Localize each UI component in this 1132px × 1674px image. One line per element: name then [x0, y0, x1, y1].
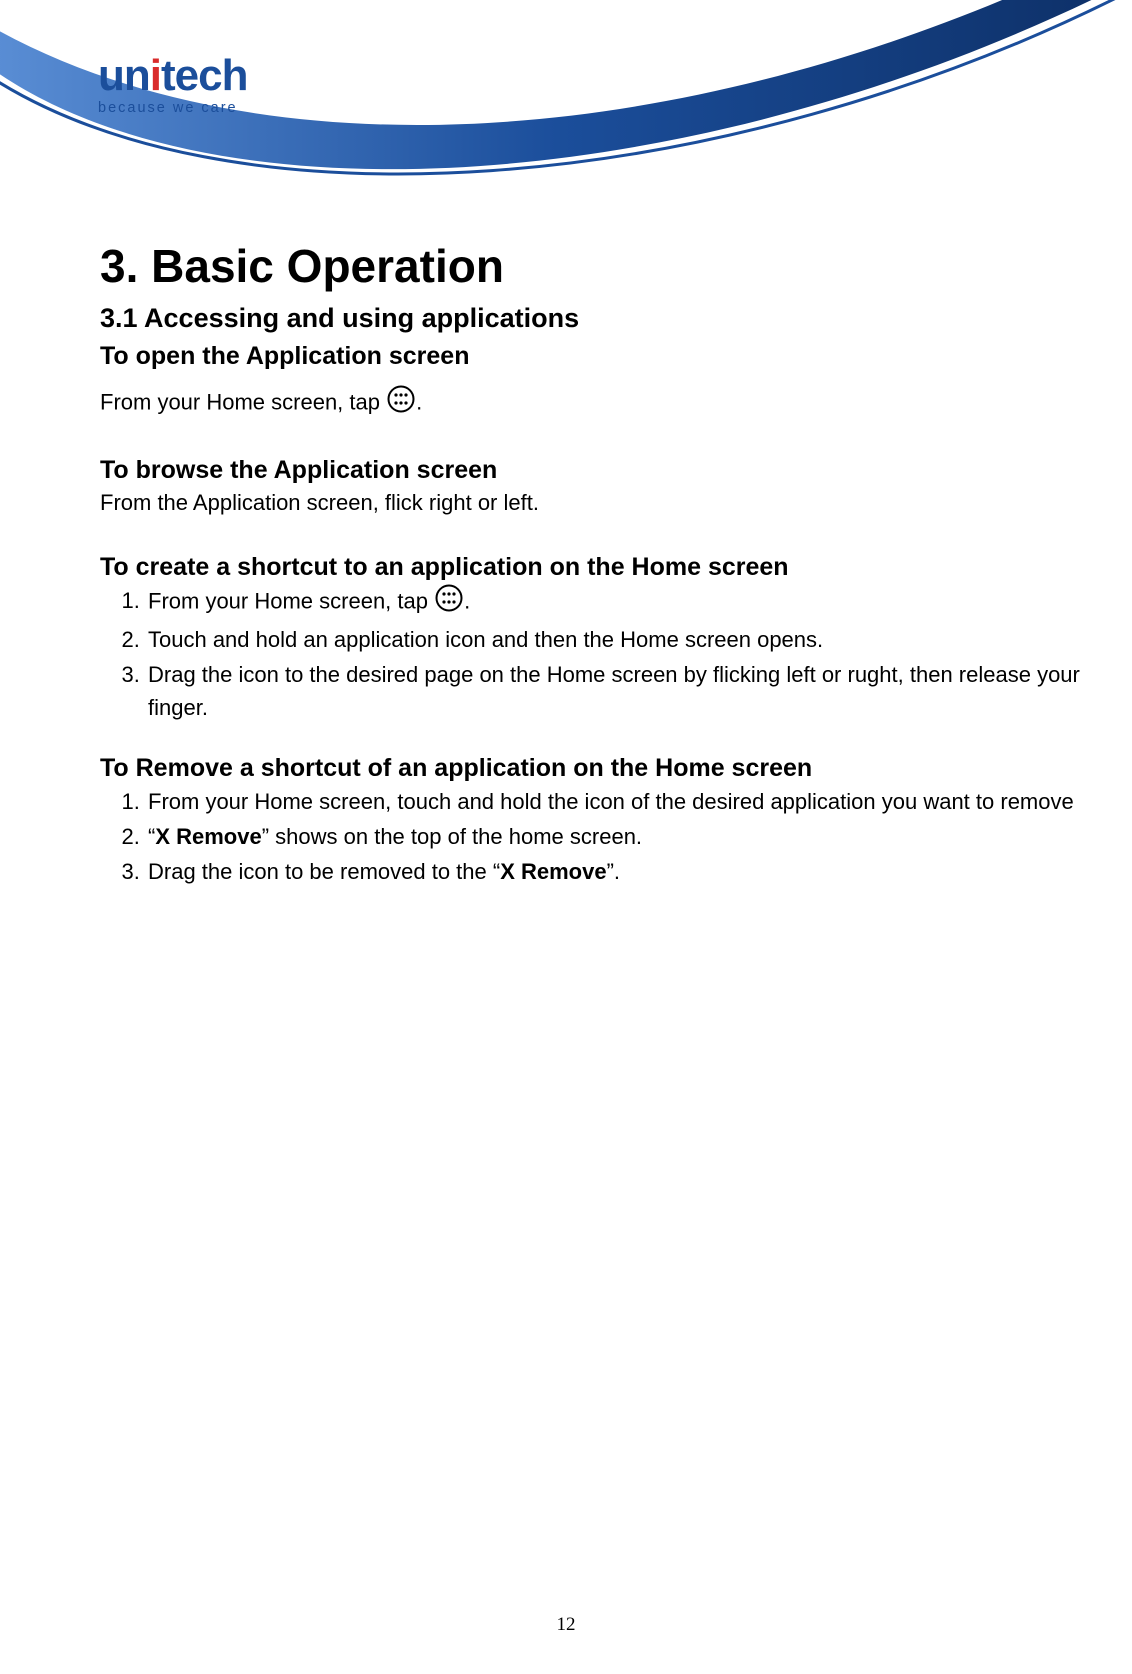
section-heading: 3.1 Accessing and using applications	[100, 303, 1100, 334]
open-app-text: From your Home screen, tap .	[100, 385, 1100, 422]
text-fragment: .	[464, 588, 470, 613]
brand-logo: unitech because we care	[98, 54, 247, 116]
apps-grid-icon	[387, 385, 415, 422]
list-item: Touch and hold an application icon and t…	[146, 623, 1100, 656]
brand-name: unitech	[98, 54, 247, 98]
page-content: 3. Basic Operation 3.1 Accessing and usi…	[100, 240, 1100, 890]
list-item: Drag the icon to the desired page on the…	[146, 658, 1100, 724]
remove-shortcut-steps: From your Home screen, touch and hold th…	[100, 785, 1100, 888]
subhead-create-shortcut: To create a shortcut to an application o…	[100, 553, 1100, 582]
text-fragment: ” shows on the top of the home screen.	[262, 824, 642, 849]
subhead-remove-shortcut: To Remove a shortcut of an application o…	[100, 754, 1100, 783]
apps-grid-icon	[435, 584, 463, 621]
list-item: From your Home screen, tap .	[146, 584, 1100, 621]
text-fragment: From your Home screen, tap	[100, 389, 386, 414]
brand-name-part2: tech	[161, 51, 247, 100]
bold-text: X Remove	[155, 824, 261, 849]
text-fragment: From your Home screen, tap	[148, 588, 434, 613]
brand-name-part1: un	[98, 51, 150, 100]
list-item: “X Remove” shows on the top of the home …	[146, 820, 1100, 853]
text-fragment: Drag the icon to be removed to the “	[148, 859, 500, 884]
subhead-open-app: To open the Application screen	[100, 342, 1100, 371]
brand-tagline: because we care	[98, 100, 247, 116]
chapter-heading: 3. Basic Operation	[100, 240, 1100, 293]
list-item: Drag the icon to be removed to the “X Re…	[146, 855, 1100, 888]
brand-name-accent: i	[150, 51, 161, 100]
list-item: From your Home screen, touch and hold th…	[146, 785, 1100, 818]
page-number: 12	[0, 1614, 1132, 1636]
subhead-browse-app: To browse the Application screen	[100, 456, 1100, 485]
bold-text: X Remove	[500, 859, 606, 884]
browse-app-text: From the Application screen, flick right…	[100, 487, 1100, 519]
text-fragment: .	[416, 389, 422, 414]
create-shortcut-steps: From your Home screen, tap . Touch and h…	[100, 584, 1100, 724]
text-fragment: ”.	[607, 859, 620, 884]
